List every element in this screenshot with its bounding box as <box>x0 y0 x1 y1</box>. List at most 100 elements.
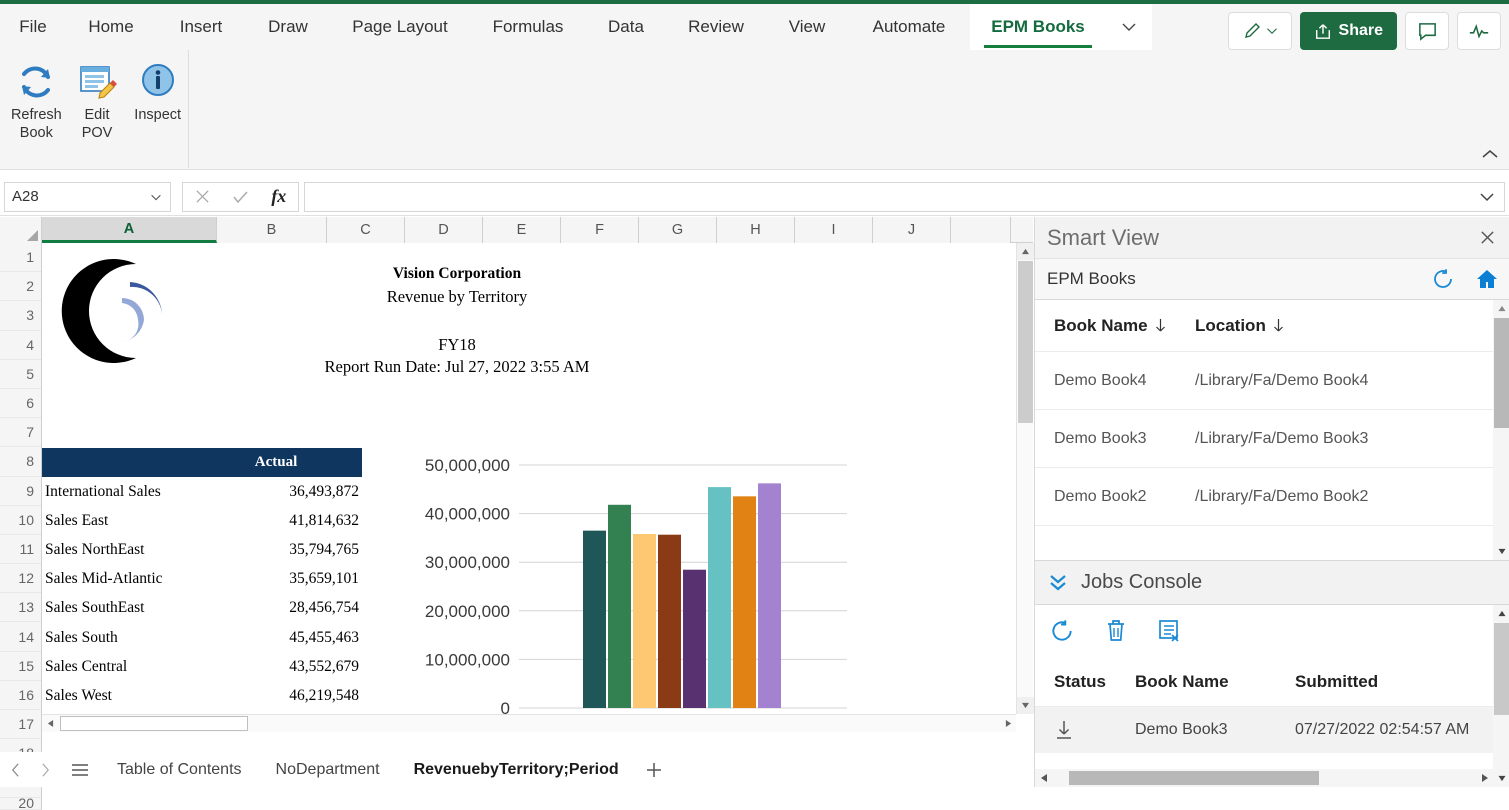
book-grid-scrollbar-thumb[interactable] <box>1494 318 1509 428</box>
refresh-books-button[interactable] <box>1421 259 1465 300</box>
row-header[interactable]: 5 <box>0 360 41 389</box>
tab-epm-books[interactable]: EPM Books <box>970 4 1106 50</box>
tab-page-layout[interactable]: Page Layout <box>330 4 470 50</box>
column-header-d[interactable]: D <box>405 217 483 243</box>
table-row[interactable]: Sales NorthEast 35,794,765 <box>42 535 362 564</box>
chart-bar[interactable] <box>583 531 606 708</box>
column-header-h[interactable]: H <box>717 217 795 243</box>
sheet-vertical-scrollbar[interactable] <box>1016 243 1033 714</box>
book-list-item[interactable]: Demo Book2 /Library/Fa/Demo Book2 <box>1035 468 1509 526</box>
jobs-console-header[interactable]: Jobs Console <box>1035 560 1509 605</box>
status-column-header[interactable]: Status <box>1035 672 1135 692</box>
row-header[interactable]: 15 <box>0 652 41 681</box>
editing-mode-button[interactable] <box>1228 12 1292 50</box>
add-sheet-button[interactable] <box>636 752 672 787</box>
horizontal-scrollbar-thumb[interactable] <box>60 716 248 731</box>
activity-button[interactable] <box>1457 12 1501 50</box>
tab-view[interactable]: View <box>766 4 848 50</box>
table-row[interactable]: Sales West 46,219,548 <box>42 681 362 710</box>
scroll-up-button[interactable] <box>1017 243 1034 260</box>
chart-bar[interactable] <box>658 535 681 708</box>
next-sheet-button[interactable] <box>30 752 60 787</box>
column-header-c[interactable]: C <box>327 217 405 243</box>
refresh-book-button[interactable]: Refresh Book <box>6 58 67 142</box>
jobs-scroll-up-button[interactable] <box>1493 605 1509 622</box>
row-header[interactable]: 16 <box>0 681 41 710</box>
jobs-horizontal-scrollbar-thumb[interactable] <box>1069 771 1319 785</box>
column-header-a[interactable]: A <box>42 217 217 243</box>
chart-bar[interactable] <box>608 505 631 708</box>
home-button[interactable] <box>1465 259 1509 300</box>
row-header[interactable]: 4 <box>0 331 41 360</box>
delete-job-button[interactable] <box>1089 605 1143 657</box>
sheet-tab-table-of-contents[interactable]: Table of Contents <box>100 752 259 787</box>
chart-bar[interactable] <box>708 487 731 708</box>
table-row[interactable]: Sales SouthEast 28,456,754 <box>42 594 362 623</box>
row-header[interactable]: 11 <box>0 535 41 564</box>
book-scroll-up-button[interactable] <box>1493 300 1509 317</box>
table-row[interactable]: Sales South 45,455,463 <box>42 623 362 652</box>
submitted-column-header[interactable]: Submitted <box>1295 672 1509 692</box>
row-header[interactable]: 10 <box>0 506 41 535</box>
cancel-formula-button[interactable] <box>186 188 219 205</box>
row-header[interactable]: 8 <box>0 447 41 476</box>
table-row[interactable]: Sales East 41,814,632 <box>42 506 362 535</box>
ribbon-more-tabs-button[interactable] <box>1106 4 1152 50</box>
chart-bar[interactable] <box>758 483 781 708</box>
close-smart-view-button[interactable] <box>1465 217 1509 259</box>
scroll-left-button[interactable] <box>42 716 58 732</box>
location-column-header[interactable]: Location <box>1195 316 1509 336</box>
column-header-j[interactable]: J <box>873 217 951 243</box>
row-header[interactable]: 7 <box>0 418 41 447</box>
sheet-tab-revenuebyterritory-period[interactable]: RevenuebyTerritory;Period <box>397 752 636 787</box>
row-header[interactable]: 13 <box>0 593 41 622</box>
tab-automate[interactable]: Automate <box>848 4 970 50</box>
job-status-cell[interactable] <box>1035 719 1135 741</box>
column-header-i[interactable]: I <box>795 217 873 243</box>
comments-button[interactable] <box>1405 12 1449 50</box>
confirm-formula-button[interactable] <box>224 188 257 206</box>
collapse-ribbon-button[interactable] <box>1479 146 1501 167</box>
column-header-b[interactable]: B <box>217 217 327 243</box>
insert-function-button[interactable]: fx <box>262 186 295 207</box>
chart-bar[interactable] <box>733 496 756 708</box>
tab-home[interactable]: Home <box>66 4 156 50</box>
share-button[interactable]: Share <box>1300 12 1397 50</box>
jobs-scrollbar-thumb[interactable] <box>1494 623 1509 715</box>
tab-formulas[interactable]: Formulas <box>470 4 586 50</box>
row-header[interactable]: 12 <box>0 564 41 593</box>
job-book-name-column-header[interactable]: Book Name <box>1135 672 1295 692</box>
scroll-right-button[interactable] <box>1000 716 1016 732</box>
scroll-down-button[interactable] <box>1017 697 1034 714</box>
column-header-e[interactable]: E <box>483 217 561 243</box>
row-header[interactable]: 1 <box>0 243 41 272</box>
column-header-f[interactable]: F <box>561 217 639 243</box>
row-header[interactable]: 14 <box>0 622 41 651</box>
tab-data[interactable]: Data <box>586 4 666 50</box>
all-sheets-button[interactable] <box>60 752 100 787</box>
row-header[interactable]: 2 <box>0 272 41 301</box>
table-row[interactable]: Sales Central 43,552,679 <box>42 652 362 681</box>
sheet-tab-nodepartment[interactable]: NoDepartment <box>259 752 397 787</box>
name-box[interactable]: A28 <box>4 182 171 212</box>
job-row[interactable]: Demo Book3 07/27/2022 02:54:57 AM <box>1035 707 1509 753</box>
row-header[interactable]: 20 <box>0 798 41 810</box>
row-header[interactable]: 17 <box>0 710 41 739</box>
jobs-grid-horizontal-scrollbar[interactable] <box>1035 769 1493 787</box>
select-all-corner[interactable] <box>0 217 42 243</box>
collapse-jobs-console-button[interactable] <box>1035 572 1081 594</box>
tab-draw[interactable]: Draw <box>246 4 330 50</box>
row-header[interactable]: 9 <box>0 477 41 506</box>
formula-input[interactable] <box>304 182 1505 212</box>
chart-bar[interactable] <box>683 570 706 708</box>
book-grid-scrollbar[interactable] <box>1493 300 1509 560</box>
refresh-jobs-button[interactable] <box>1035 605 1089 657</box>
column-header-g[interactable]: G <box>639 217 717 243</box>
sheet-horizontal-scrollbar[interactable] <box>42 714 1016 732</box>
jobs-scroll-left-button[interactable] <box>1035 773 1052 783</box>
book-scroll-down-button[interactable] <box>1493 543 1509 560</box>
expand-formula-bar-button[interactable] <box>1477 190 1497 209</box>
book-list-item[interactable]: Demo Book4 /Library/Fa/Demo Book4 <box>1035 352 1509 410</box>
vertical-scrollbar-thumb[interactable] <box>1018 261 1033 423</box>
jobs-scroll-right-button[interactable] <box>1476 773 1493 783</box>
